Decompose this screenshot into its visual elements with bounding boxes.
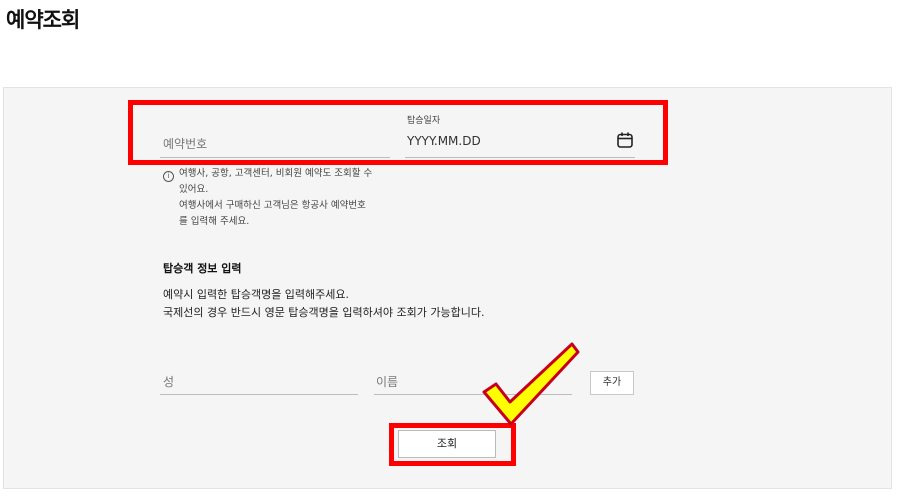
first-name-input[interactable]: 이름 xyxy=(376,373,398,390)
checkmark-icon xyxy=(482,342,580,426)
passenger-section-title: 탑승객 정보 입력 xyxy=(163,262,242,275)
notice-line: 있어요. xyxy=(179,184,209,195)
page-title: 예약조회 xyxy=(6,8,80,32)
last-name-input[interactable]: 성 xyxy=(163,373,174,390)
notice-line: 여행사, 공항, 고객센터, 비회원 예약도 조회할 수 xyxy=(179,168,373,179)
passenger-desc-line: 예약시 입력한 탑승객명을 입력해주세요. xyxy=(163,288,350,301)
last-name-underline xyxy=(160,394,358,395)
add-passenger-button[interactable]: 추가 xyxy=(590,371,634,395)
passenger-desc-line: 국제선의 경우 반드시 영문 탑승객명을 입력하셔야 조회가 가능합니다. xyxy=(163,306,485,319)
highlight-box-inputs xyxy=(128,100,668,165)
notice-line: 를 입력해 주세요. xyxy=(179,216,250,227)
info-icon: i xyxy=(163,171,174,182)
notice-text: 여행사, 공항, 고객센터, 비회원 예약도 조회할 수 있어요. 여행사에서 … xyxy=(179,166,372,230)
notice-line: 여행사에서 구매하신 고객님은 항공사 예약번호 xyxy=(179,200,366,211)
passenger-description: 예약시 입력한 탑승객명을 입력해주세요. 국제선의 경우 반드시 영문 탑승객… xyxy=(163,286,484,322)
